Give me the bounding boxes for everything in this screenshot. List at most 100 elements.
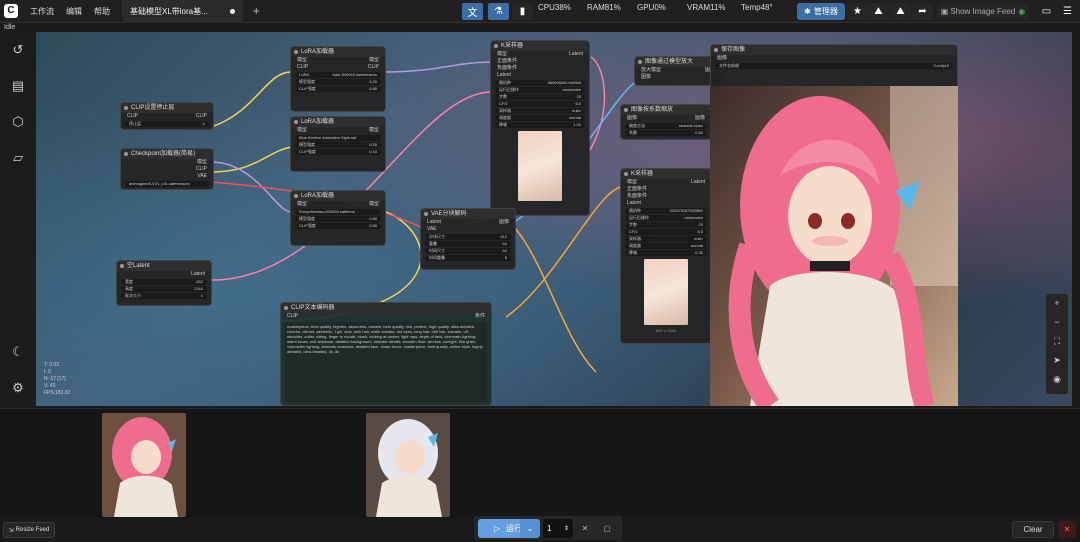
menu-help[interactable]: 帮助 — [94, 6, 110, 17]
sampler-field[interactable]: 采样器 euler — [625, 236, 707, 242]
input-clip[interactable]: CLIP — [127, 113, 138, 120]
input-upscale-model[interactable]: 放大模型 — [641, 67, 661, 74]
output-conditioning[interactable]: 条件 — [475, 313, 485, 320]
zoom-out-icon[interactable]: − — [1046, 313, 1068, 332]
queue-list-icon[interactable]: ▤ — [10, 78, 26, 94]
scheduler-field[interactable]: 调度器 normal — [625, 243, 707, 249]
checkpoint-loader-node[interactable]: Checkpoint加载器(简易) 模型 CLIP VAE animagineX… — [120, 148, 214, 190]
workflow-tab[interactable]: 基础模型XL带lora基... — [122, 0, 243, 23]
output-latent[interactable]: Latent — [569, 51, 583, 58]
model-strength-field[interactable]: 模型强度 1.00 — [295, 79, 381, 85]
show-image-feed-button[interactable]: ▣ Show Image Feed ◉ — [937, 4, 1029, 19]
output-clip[interactable]: CLIP — [196, 113, 207, 120]
hamburger-menu-icon[interactable]: ☰ — [1057, 3, 1078, 20]
prompt-textarea[interactable]: masterpiece, best quality, highres, absu… — [285, 322, 487, 402]
output-model[interactable]: 模型 — [369, 57, 379, 64]
output-latent[interactable]: Latent — [191, 271, 205, 278]
panel-icon[interactable]: ▭ — [1036, 3, 1057, 20]
input-negative[interactable]: 负面条件 — [497, 65, 517, 72]
stepper-icon[interactable]: ⇕ — [564, 525, 569, 532]
filename-prefix-field[interactable]: 文件名前缀 ComfyUI — [715, 63, 953, 69]
output-clip[interactable]: CLIP — [368, 64, 379, 71]
cancel-icon[interactable]: ✕ — [576, 519, 594, 538]
menu-edit[interactable]: 编辑 — [66, 6, 82, 17]
theme-moon-icon[interactable]: ☾ — [10, 344, 26, 360]
stop-icon[interactable]: ▢ — [598, 519, 616, 538]
control-field[interactable]: 运行后操作 randomize — [495, 87, 585, 93]
ksampler-node-2[interactable]: K采样器 模型 Latent 正面条件 负面条件 Latent 随机种 220375… — [620, 168, 712, 344]
upscale-model-node[interactable]: 图像通过模型放大 放大模型图像 图像 — [634, 56, 722, 86]
empty-latent-node[interactable]: 空Latent Latent 宽度 832 高度 1344 批次大小 1 — [116, 260, 212, 306]
unsaved-dot-icon[interactable] — [229, 8, 235, 14]
image-scale-node[interactable]: 图像按系数缩放 图像 图像 缩放方法 nearest-exact 系数 0.50 — [620, 104, 712, 140]
lora-name-field[interactable]: Ronyettoretsu-000009.safetens — [295, 209, 381, 215]
output-model[interactable]: 模型 — [197, 159, 207, 166]
batch-count-input[interactable]: 1 ⇕ — [543, 519, 573, 538]
output-latent[interactable]: Latent — [691, 179, 705, 186]
model-icon[interactable]: ⛰ — [868, 3, 889, 20]
clear-button[interactable]: Clear — [1012, 521, 1054, 538]
preview-thumbnail[interactable] — [518, 131, 562, 201]
output-model[interactable]: 模型 — [369, 127, 379, 134]
seed-field[interactable]: 随机种 560005081446565 — [495, 80, 585, 86]
input-image[interactable]: 图像 — [627, 115, 637, 122]
crystools-icon[interactable]: ⚗ — [488, 3, 509, 20]
lora-loader-node-1[interactable]: LoRA加载器 模型 模型 CLIP CLIP LoRA futur-000010.s… — [290, 46, 386, 112]
lora-loader-node-3[interactable]: LoRA加载器 模型 模型 Ronyettoretsu-000009.safete… — [290, 190, 386, 246]
settings-gear-icon[interactable]: ⚙ — [10, 380, 26, 396]
output-image[interactable]: 图像 — [695, 115, 705, 122]
input-clip[interactable]: CLIP — [297, 64, 308, 71]
control-field[interactable]: 运行后操作 randomize — [625, 215, 707, 221]
ksampler-node-1[interactable]: K采样器 模型 Latent 正面条件 负面条件 Latent 随机种 560005… — [490, 40, 590, 216]
menu-workflow[interactable]: 工作流 — [30, 6, 54, 17]
input-latent[interactable]: Latent — [497, 72, 511, 79]
output-model[interactable]: 模型 — [369, 201, 379, 208]
input-vae[interactable]: VAE — [427, 226, 437, 233]
height-field[interactable]: 高度 1344 — [121, 286, 207, 292]
input-model[interactable]: 模型 — [297, 127, 307, 134]
cfg-field[interactable]: CFG 6.0 — [495, 101, 585, 107]
scale-factor-field[interactable]: 系数 0.50 — [625, 130, 707, 136]
clip-text-encode-node[interactable]: CLIP文本编码器 CLIP 条件 masterpiece, best quali… — [280, 302, 492, 406]
lora-name-field[interactable]: LoRA futur-000010.safetensors — [295, 72, 381, 78]
width-field[interactable]: 宽度 832 — [121, 279, 207, 285]
clip-strength-field[interactable]: CLIP强度 0.85 — [295, 223, 381, 229]
tile-size-field[interactable]: 分块尺寸 512 — [425, 234, 511, 240]
translate-icon[interactable]: 文 — [462, 3, 483, 20]
batch-size-field[interactable]: 批次大小 1 — [121, 293, 207, 299]
lora-loader-node-2[interactable]: LoRA加载器 模型 模型 Blue Archive Animation Styl… — [290, 116, 386, 172]
denoise-field[interactable]: 降噪 1.00 — [495, 122, 585, 128]
steps-field[interactable]: 步数 20 — [625, 222, 707, 228]
output-vae[interactable]: VAE — [197, 173, 207, 180]
stop-layer-field[interactable]: 停止层 -2 — [125, 121, 209, 127]
input-model[interactable]: 模型 — [627, 179, 637, 186]
cfg-field[interactable]: CFG 6.0 — [625, 229, 707, 235]
resize-feed-button[interactable]: ⇲ Resize Feed — [3, 522, 55, 538]
fit-view-icon[interactable]: ⛶ — [1046, 332, 1068, 351]
star-icon[interactable]: ★ — [847, 3, 868, 20]
lora-name-field[interactable]: Blue Archive Animation Style.saf — [295, 135, 381, 141]
feed-image-1[interactable] — [102, 413, 186, 517]
select-mode-icon[interactable]: ➤ — [1046, 351, 1068, 370]
close-feed-icon[interactable]: ✕ — [1058, 521, 1076, 538]
upscale-method-field[interactable]: 缩放方法 nearest-exact — [625, 123, 707, 129]
input-positive[interactable]: 正面条件 — [627, 186, 647, 193]
folder-icon[interactable]: ▱ — [10, 150, 26, 166]
model-alt-icon[interactable]: ⛰ — [890, 3, 911, 20]
node-library-icon[interactable]: ⬡ — [10, 114, 26, 130]
sampler-field[interactable]: 采样器 euler — [495, 108, 585, 114]
input-positive[interactable]: 正面条件 — [497, 58, 517, 65]
manager-button[interactable]: ✱ 管理器 — [797, 3, 845, 20]
input-model[interactable]: 模型 — [297, 201, 307, 208]
history-icon[interactable]: ↺ — [10, 42, 26, 58]
clip-strength-field[interactable]: CLIP强度 0.10 — [295, 149, 381, 155]
input-latent[interactable]: Latent — [627, 200, 641, 207]
overlap-field[interactable]: 重叠 64 — [425, 241, 511, 247]
new-tab-icon[interactable]: + — [253, 4, 260, 18]
checkpoint-name-field[interactable]: animagineXLV31_v31.safetensors — [125, 181, 209, 187]
input-model[interactable]: 模型 — [497, 51, 507, 58]
input-image[interactable]: 图像 — [717, 55, 727, 62]
share-icon[interactable]: ➦ — [912, 3, 933, 20]
model-strength-field[interactable]: 模型强度 0.35 — [295, 142, 381, 148]
input-clip[interactable]: CLIP — [287, 313, 298, 320]
